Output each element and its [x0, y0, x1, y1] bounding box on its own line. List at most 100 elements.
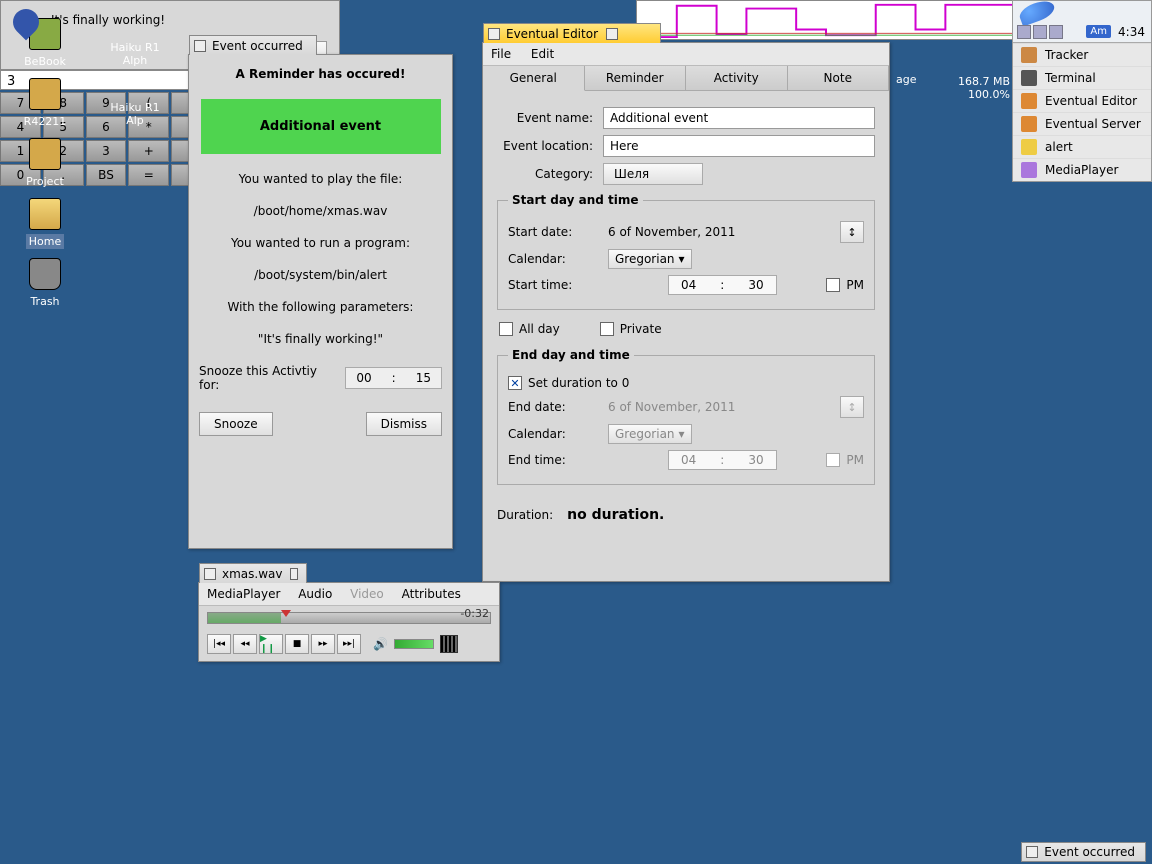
menu-audio[interactable]: Audio	[298, 587, 332, 601]
chevron-down-icon: ▾	[679, 252, 685, 266]
start-time-spinner[interactable]: 04:30	[668, 275, 777, 295]
tray-icon[interactable]	[1033, 25, 1047, 39]
playlist-button[interactable]	[440, 635, 458, 653]
zoom-icon[interactable]	[606, 28, 618, 40]
menu-attributes[interactable]: Attributes	[402, 587, 461, 601]
menu-edit[interactable]: Edit	[531, 47, 554, 61]
allday-checkbox[interactable]: All day	[499, 322, 560, 336]
tab-reminder[interactable]: Reminder	[585, 66, 687, 90]
deskbar-tray: Am 4:34	[1013, 1, 1151, 43]
deskbar-item-label: Eventual Server	[1045, 117, 1141, 131]
deskbar-item-eventual-server[interactable]: Eventual Server	[1013, 112, 1151, 135]
private-label: Private	[620, 322, 662, 336]
calendar-picker-button[interactable]: ↕	[840, 221, 864, 243]
calc-key-+[interactable]: +	[128, 140, 169, 162]
close-icon[interactable]	[488, 28, 500, 40]
deskbar-item-mediaplayer[interactable]: MediaPlayer	[1013, 158, 1151, 181]
tray-icon[interactable]	[1049, 25, 1063, 39]
skip-forward-button[interactable]: ▸▸|	[337, 634, 361, 654]
calc-key-BS[interactable]: BS	[86, 164, 127, 186]
keyboard-layout-badge[interactable]: Am	[1086, 25, 1111, 38]
calendar-label: Calendar:	[508, 252, 608, 266]
icon-label: Home	[26, 234, 64, 249]
duration-value: no duration.	[567, 507, 664, 523]
close-icon[interactable]	[194, 40, 206, 52]
forward-button[interactable]: ▸▸	[311, 634, 335, 654]
icon-label: Haiku R1 Alp	[100, 100, 170, 128]
end-time-fieldset: End day and time Set duration to 0 End d…	[497, 348, 875, 485]
net-age: age	[896, 73, 917, 86]
skip-back-button[interactable]: |◂◂	[207, 634, 231, 654]
window-title: Event occurred	[212, 39, 303, 53]
event-location-input[interactable]	[603, 135, 875, 157]
net-pct: 100.0%	[880, 88, 1010, 101]
desktop-icon-home[interactable]: Home	[10, 198, 80, 249]
app-icon	[1021, 70, 1037, 86]
deskbar-item-eventual-editor[interactable]: Eventual Editor	[1013, 89, 1151, 112]
desktop-icon-trash[interactable]: Trash	[10, 258, 80, 309]
window-title-tab[interactable]: Event occurred	[189, 35, 317, 55]
desktop-icon-haiku1[interactable]: Haiku R1 Alph	[100, 40, 170, 68]
deskbar-item-alert[interactable]: alert	[1013, 135, 1151, 158]
tray-icon[interactable]	[1017, 25, 1031, 39]
zoom-icon[interactable]	[290, 568, 298, 580]
window-title: Event occurred	[1044, 845, 1135, 859]
end-calendar-value: Gregorian	[615, 427, 675, 441]
app-icon	[1021, 162, 1037, 178]
calc-key-3[interactable]: 3	[86, 140, 127, 162]
desktop-icon-project[interactable]: Project	[10, 138, 80, 189]
category-dropdown[interactable]: Шеля	[603, 163, 703, 185]
leaf-menu-icon[interactable]	[1017, 0, 1057, 27]
menu-file[interactable]: File	[491, 47, 511, 61]
menu-mediaplayer[interactable]: MediaPlayer	[207, 587, 280, 601]
event-name-label: Event name:	[497, 111, 593, 125]
snooze-time-spinner[interactable]: 00:15	[345, 367, 442, 389]
rewind-button[interactable]: ◂◂	[233, 634, 257, 654]
snooze-button[interactable]: Snooze	[199, 412, 273, 436]
deskbar-item-tracker[interactable]: Tracker	[1013, 43, 1151, 66]
start-time-fieldset: Start day and time Start date:6 of Novem…	[497, 193, 875, 310]
volume-slider[interactable]	[394, 639, 434, 649]
calendar-dropdown[interactable]: Gregorian ▾	[608, 249, 692, 269]
calendar-picker-button-disabled: ↕	[840, 396, 864, 418]
tab-note[interactable]: Note	[788, 66, 890, 90]
tab-activity[interactable]: Activity	[686, 66, 788, 90]
deskbar: Am 4:34 Tracker Terminal Eventual Editor…	[1012, 0, 1152, 182]
pm-label: PM	[846, 453, 864, 467]
window-title-tab[interactable]: xmas.wav	[199, 563, 307, 583]
window-title-tab[interactable]: Eventual Editor	[483, 23, 661, 43]
stop-button[interactable]: ■	[285, 634, 309, 654]
set-duration-zero-checkbox[interactable]: Set duration to 0	[508, 376, 629, 390]
play-file-path: /boot/home/xmas.wav	[199, 204, 442, 218]
event-name-banner: Additional event	[201, 99, 441, 154]
tab-general[interactable]: General	[483, 66, 585, 91]
icon-label: R42211	[21, 114, 70, 129]
network-graph	[636, 0, 1016, 40]
desktop-icon-haiku2[interactable]: Haiku R1 Alp	[100, 100, 170, 128]
close-icon[interactable]	[1026, 846, 1038, 858]
private-checkbox[interactable]: Private	[600, 322, 662, 336]
deskbar-item-terminal[interactable]: Terminal	[1013, 66, 1151, 89]
start-pm-checkbox[interactable]: PM	[826, 278, 864, 292]
end-minute: 30	[736, 451, 775, 469]
clock[interactable]: 4:34	[1118, 25, 1145, 39]
deskbar-item-label: Tracker	[1045, 48, 1088, 62]
end-time-spinner: 04:30	[668, 450, 777, 470]
end-calendar-dropdown: Gregorian ▾	[608, 424, 692, 444]
chevron-down-icon: ▾	[679, 427, 685, 441]
dismiss-button[interactable]: Dismiss	[366, 412, 442, 436]
seek-marker-icon	[281, 610, 291, 617]
category-value: Шеля	[614, 167, 649, 181]
event-name-input[interactable]	[603, 107, 875, 129]
mediaplayer-window: xmas.wav MediaPlayer Audio Video Attribu…	[198, 582, 500, 662]
pm-label: PM	[846, 278, 864, 292]
start-hour: 04	[669, 276, 708, 294]
window-title-tab[interactable]: Event occurred	[1021, 842, 1146, 862]
desktop-icon-r42211[interactable]: R42211	[10, 78, 80, 129]
close-icon[interactable]	[204, 568, 216, 580]
play-pause-button[interactable]: ▶ ❙❙	[259, 634, 283, 654]
tab-bar: General Reminder Activity Note	[483, 66, 889, 91]
seek-bar[interactable]	[207, 612, 491, 624]
duration-label: Duration:	[497, 508, 553, 522]
window-title: xmas.wav	[222, 567, 282, 581]
